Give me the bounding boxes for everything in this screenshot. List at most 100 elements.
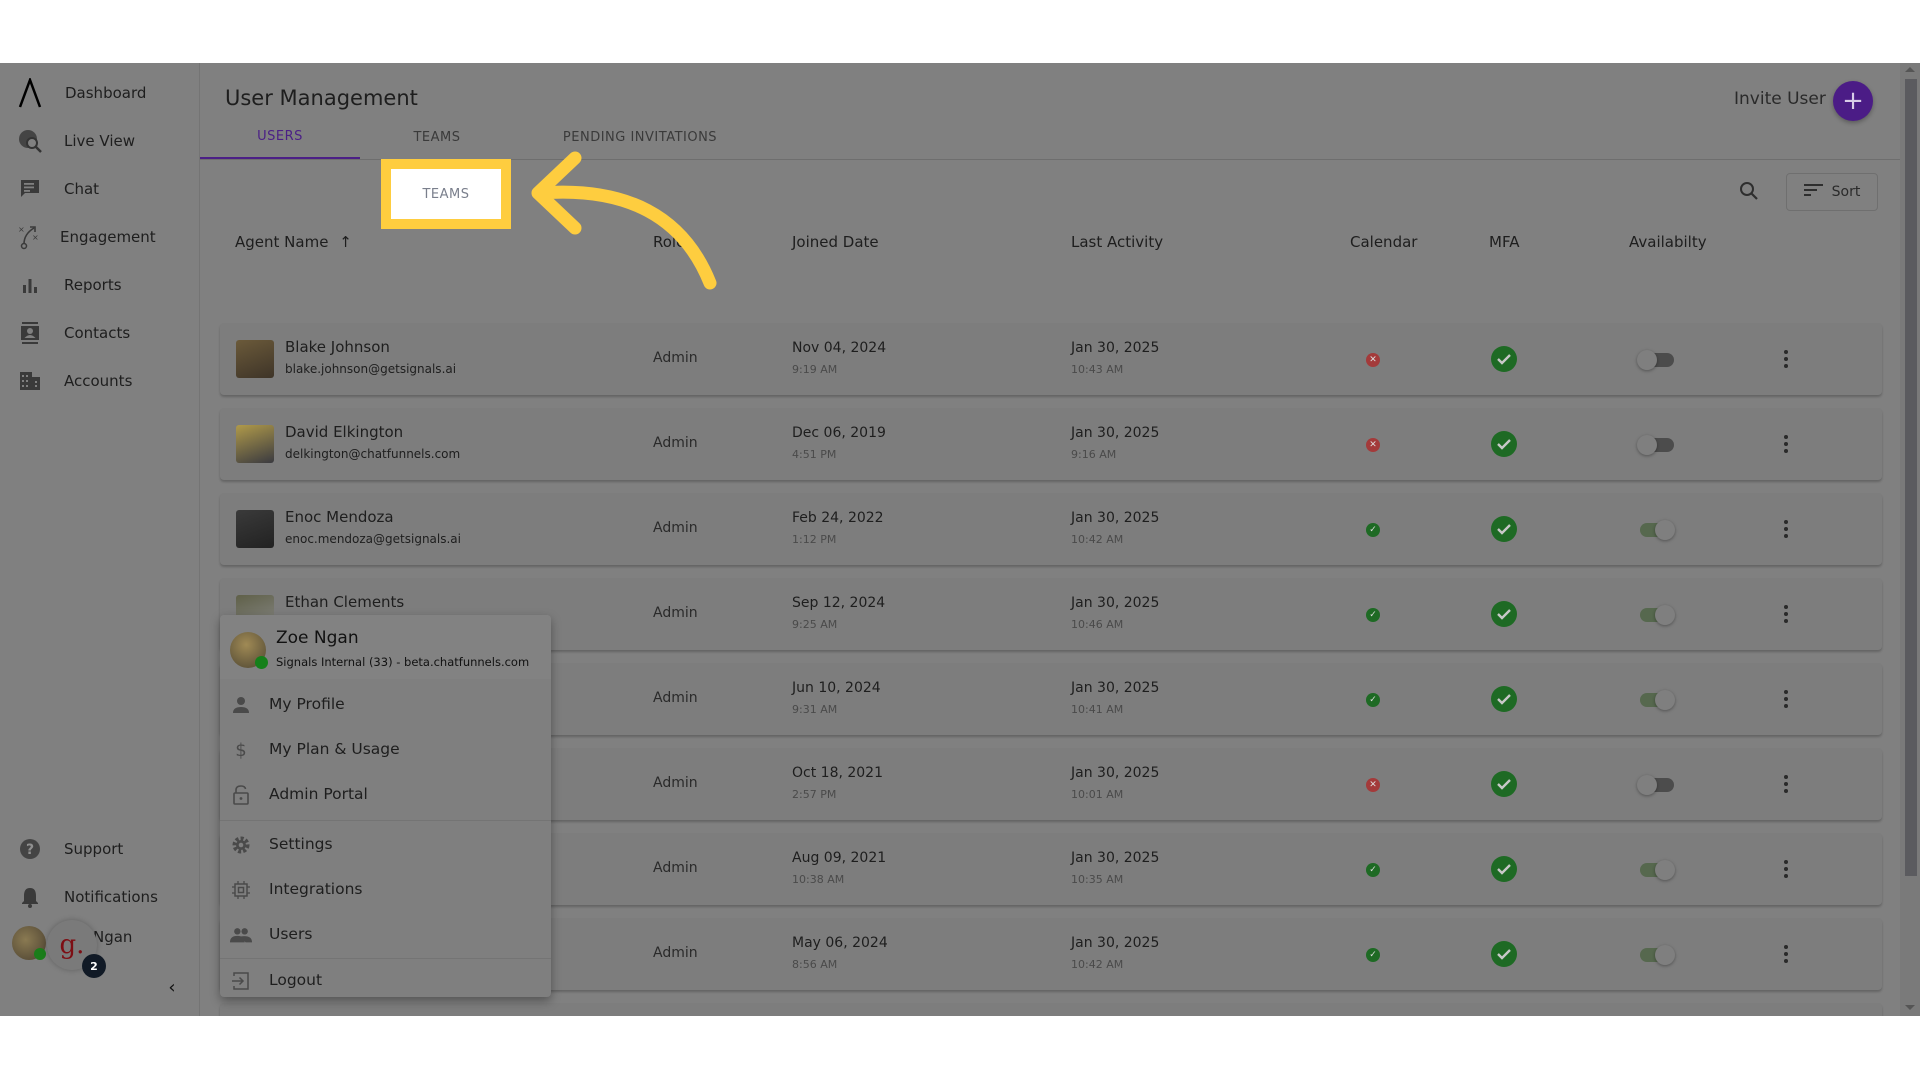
last-activity-time: 10:41 AM (1071, 703, 1124, 716)
scrollbar-thumb[interactable] (1905, 79, 1917, 876)
person-icon (230, 694, 252, 716)
sidebar-item-dashboard[interactable]: Dashboard (0, 73, 200, 113)
sidebar-item-reports[interactable]: Reports (0, 265, 200, 305)
joined-time: 2:57 PM (792, 788, 837, 801)
sidebar-item-label: Live View (64, 132, 135, 150)
menu-item-users[interactable]: Users (220, 913, 551, 957)
sidebar-item-label: Support (64, 840, 124, 858)
joined-time: 9:19 AM (792, 363, 838, 376)
building-icon (16, 367, 44, 395)
availability-toggle[interactable] (1637, 690, 1675, 710)
table-row[interactable]: AdminDec 08, 20222:12 PMJan 30, 202510:2… (220, 1003, 1882, 1016)
sidebar-item-live-view[interactable]: Live View (0, 121, 200, 161)
calendar-disconnected-icon: ✕ (1366, 438, 1380, 452)
search-button[interactable] (1738, 180, 1762, 204)
sidebar-item-engagement[interactable]: × × Engagement (0, 217, 200, 257)
teams-tab-highlight[interactable]: TEAMS (381, 159, 511, 229)
column-header-joined-date: Joined Date (792, 233, 879, 251)
availability-toggle[interactable] (1637, 605, 1675, 625)
availability-toggle[interactable] (1637, 350, 1675, 370)
column-header-agent-name[interactable]: Agent Name ↑ (235, 233, 352, 251)
scroll-up-arrow[interactable] (1905, 67, 1915, 72)
svg-text:?: ? (26, 842, 34, 858)
sidebar-item-notifications[interactable]: Notifications (0, 877, 200, 917)
last-activity-date: Jan 30, 2025 (1071, 850, 1160, 866)
row-more-options-icon[interactable] (1780, 602, 1792, 626)
joined-date: Nov 04, 2024 (792, 340, 887, 356)
sidebar-user[interactable]: Ngan g. 2 (12, 920, 192, 978)
tab-teams[interactable]: TEAMS (382, 115, 492, 159)
last-activity-date: Jan 30, 2025 (1071, 340, 1160, 356)
mfa-enabled-icon (1491, 686, 1517, 712)
joined-date: Jun 10, 2024 (792, 680, 881, 696)
sidebar-user-name: Ngan (93, 928, 133, 946)
invite-user-button[interactable]: + (1833, 81, 1873, 121)
mfa-enabled-icon (1491, 431, 1517, 457)
menu-item-integrations[interactable]: Integrations (220, 868, 551, 912)
sidebar-item-support[interactable]: ? Support (0, 829, 200, 869)
last-activity-date: Jan 30, 2025 (1071, 680, 1160, 696)
joined-date: Dec 06, 2019 (792, 425, 886, 441)
sort-button[interactable]: Sort (1786, 173, 1878, 211)
menu-item-admin-portal[interactable]: Admin Portal (220, 773, 551, 817)
last-activity-date: Jan 30, 2025 (1071, 425, 1160, 441)
table-row[interactable]: Blake Johnson blake.johnson@getsignals.ai… (220, 323, 1882, 395)
sidebar: Dashboard Live View Chat × × Engagement R… (0, 63, 200, 1016)
tab-bar: USERS TEAMS PENDING INVITATIONS (200, 115, 1900, 160)
row-more-options-icon[interactable] (1780, 687, 1792, 711)
joined-time: 9:25 AM (792, 618, 838, 631)
user-menu-name: Zoe Ngan (276, 628, 359, 648)
mfa-enabled-icon (1491, 771, 1517, 797)
availability-toggle[interactable] (1637, 860, 1675, 880)
agent-email: enoc.mendoza@getsignals.ai (285, 532, 461, 546)
role: Admin (653, 435, 698, 451)
column-header-availability: Availabilty (1629, 233, 1707, 251)
availability-toggle[interactable] (1637, 520, 1675, 540)
sort-label: Sort (1831, 184, 1861, 200)
row-more-options-icon[interactable] (1780, 347, 1792, 371)
table-row[interactable]: Enoc Mendoza enoc.mendoza@getsignals.ai Ad… (220, 493, 1882, 565)
agent-email: blake.johnson@getsignals.ai (285, 362, 457, 376)
agent-name: Enoc Mendoza (285, 508, 394, 526)
sidebar-item-accounts[interactable]: Accounts (0, 361, 200, 401)
availability-toggle[interactable] (1637, 775, 1675, 795)
row-more-options-icon[interactable] (1780, 432, 1792, 456)
online-status-dot (34, 948, 46, 960)
annotation-arrow-icon (531, 151, 717, 290)
help-icon: ? (16, 835, 44, 863)
table-row[interactable]: David Elkington delkington@chatfunnels.co… (220, 408, 1882, 480)
menu-divider (220, 820, 551, 821)
role: Admin (653, 945, 698, 961)
row-more-options-icon[interactable] (1780, 942, 1792, 966)
sidebar-item-contacts[interactable]: Contacts (0, 313, 200, 353)
row-more-options-icon[interactable] (1780, 517, 1792, 541)
vertical-scrollbar[interactable] (1900, 63, 1920, 1016)
calendar-disconnected-icon: ✕ (1366, 778, 1380, 792)
tab-users[interactable]: USERS (200, 115, 360, 159)
sidebar-item-label: Accounts (64, 372, 133, 390)
menu-item-settings[interactable]: Settings (220, 823, 551, 867)
user-menu-subtitle: Signals Internal (33) - beta.chatfunnels… (276, 655, 530, 669)
online-status-dot (255, 656, 268, 669)
menu-item-my-profile[interactable]: My Profile (220, 683, 551, 727)
row-more-options-icon[interactable] (1780, 857, 1792, 881)
sort-icon (1803, 183, 1824, 201)
chip-icon (230, 879, 252, 901)
avatar (236, 510, 274, 548)
collapse-sidebar-button[interactable]: ‹ (162, 977, 182, 998)
scroll-down-arrow[interactable] (1905, 1005, 1915, 1010)
joined-time: 9:31 AM (792, 703, 838, 716)
role: Admin (653, 775, 698, 791)
last-activity-time: 10:01 AM (1071, 788, 1124, 801)
sidebar-item-label: Dashboard (65, 84, 147, 102)
availability-toggle[interactable] (1637, 435, 1675, 455)
gear-icon (230, 834, 252, 856)
agent-name: Ethan Clements (285, 593, 405, 611)
role: Admin (653, 350, 698, 366)
availability-toggle[interactable] (1637, 945, 1675, 965)
menu-item-logout[interactable]: Logout (220, 959, 551, 1003)
menu-item-my-plan-usage[interactable]: $ My Plan & Usage (220, 728, 551, 772)
joined-time: 10:38 AM (792, 873, 845, 886)
row-more-options-icon[interactable] (1780, 772, 1792, 796)
sidebar-item-chat[interactable]: Chat (0, 169, 200, 209)
